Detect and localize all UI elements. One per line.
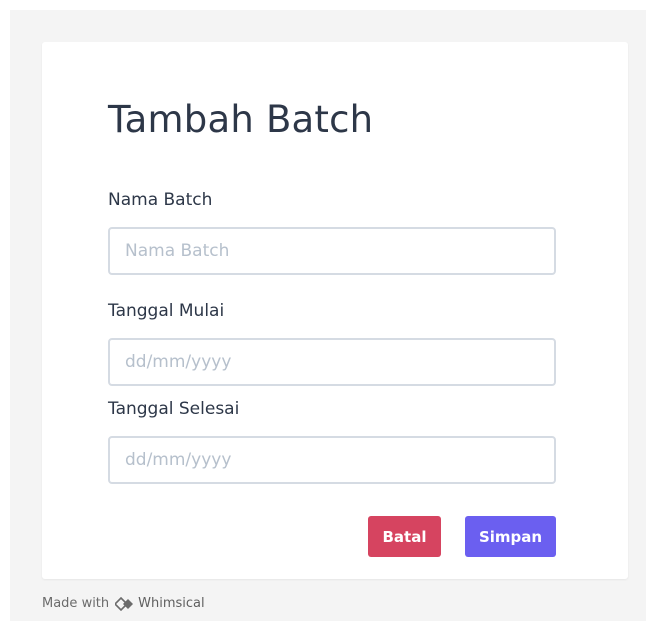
save-button[interactable]: Simpan: [465, 516, 556, 557]
end-date-input[interactable]: [108, 436, 556, 484]
made-with-text: Made with: [42, 596, 110, 611]
batch-name-label: Nama Batch: [108, 190, 213, 210]
batch-name-input[interactable]: [108, 227, 556, 275]
whimsical-brand-text: Whimsical: [138, 596, 205, 611]
page-title: Tambah Batch: [108, 98, 374, 141]
start-date-input[interactable]: [108, 338, 556, 386]
made-with-footer[interactable]: Made with Whimsical: [42, 596, 205, 611]
form-card: Tambah Batch Nama Batch Tanggal Mulai Ta…: [42, 42, 628, 579]
cancel-button[interactable]: Batal: [368, 516, 441, 557]
start-date-label: Tanggal Mulai: [108, 301, 225, 321]
whimsical-logo-icon: [114, 596, 135, 611]
end-date-label: Tanggal Selesai: [108, 399, 240, 419]
